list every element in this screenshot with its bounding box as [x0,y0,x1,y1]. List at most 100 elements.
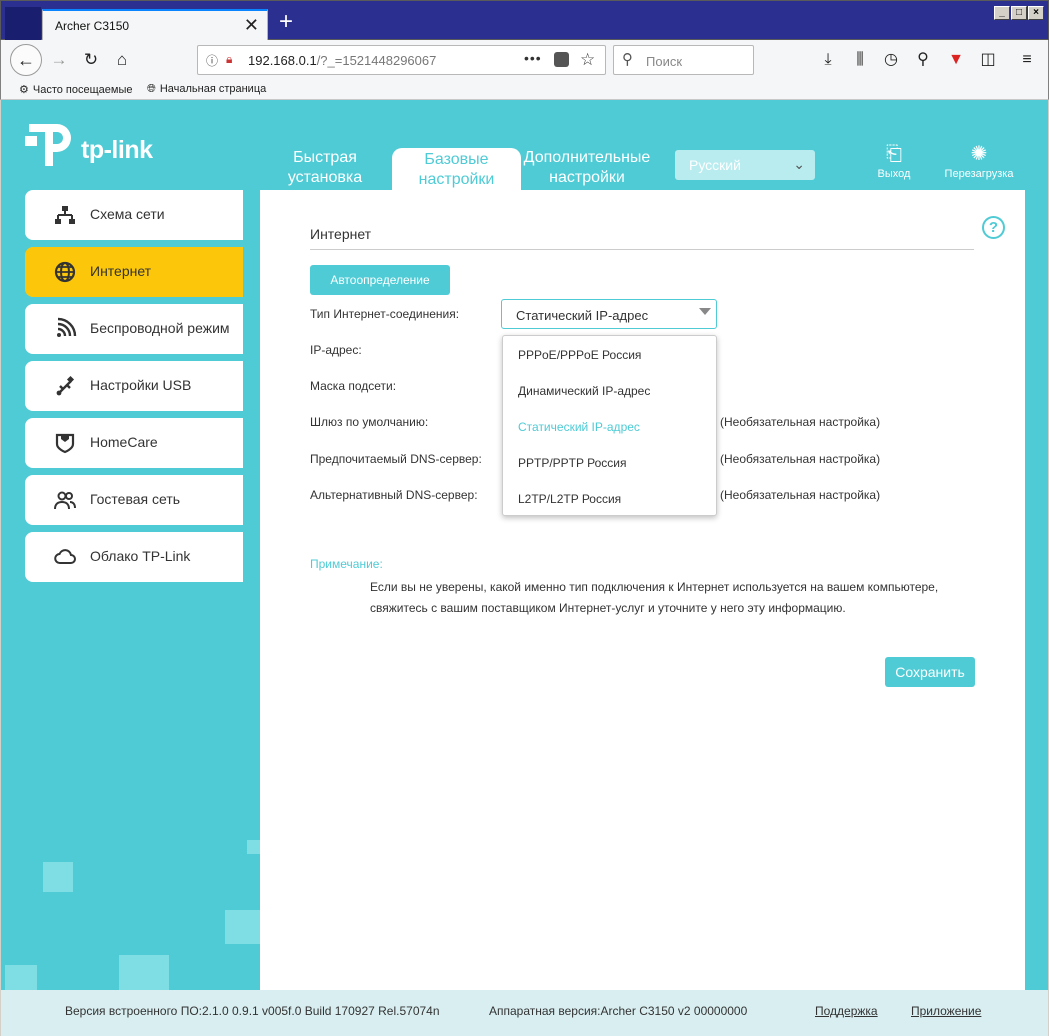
bookmark-most-visited[interactable]: ⚙ Часто посещаемые [19,83,132,96]
adblock-shield-icon[interactable]: ▼ [945,49,967,71]
tab-strip-corner [5,7,41,41]
sidebar-toggle-icon[interactable]: ◫ [977,49,999,71]
tab-quick-setup[interactable]: Быстрая установка [277,148,373,188]
maximize-button[interactable]: □ [1011,6,1027,20]
tplink-logo: tp-link [25,120,165,174]
subnet-mask-label: Маска подсети: [310,379,397,393]
network-map-icon [55,206,75,224]
tab-close-icon[interactable]: ✕ [244,15,259,35]
ip-address-label: IP-адрес: [310,343,362,357]
browser-tab-bar: Archer C3150 ✕ + _ □ × [0,0,1049,41]
forward-button[interactable]: → [46,47,72,73]
note-title: Примечание: [310,557,383,571]
connection-type-select[interactable]: Статический IP-адрес [501,299,717,329]
router-page: tp-link Быстрая установка Базовые настро… [1,100,1048,1036]
help-icon[interactable]: ? [982,216,1005,239]
site-info-icon[interactable]: ⓘ [206,52,218,69]
optional-note: (Необязательная настройка) [720,452,881,466]
pocket-icon[interactable] [554,52,569,67]
save-button[interactable]: Сохранить [885,657,975,687]
new-tab-button[interactable]: + [275,10,297,35]
connection-type-dropdown: PPPoE/PPPoE Россия Динамический IP-адрес… [502,335,717,516]
browser-tab[interactable]: Archer C3150 ✕ [42,9,268,41]
hardware-version: Аппаратная версия:Archer C3150 v2 000000… [489,1004,748,1018]
section-title: Интернет [310,226,372,242]
search-icon: ⚲ [622,51,633,68]
sidebar-item-label: Схема сети [90,206,165,222]
page-actions-icon[interactable]: ••• [524,50,542,66]
url-text[interactable]: 192.168.0.1/?_=1521448296067 [248,53,436,68]
history-icon[interactable]: ◷ [880,49,902,71]
sidebar-item-tplink-cloud[interactable]: Облако TP-Link [25,532,243,582]
sidebar-item-label: Гостевая сеть [90,491,181,507]
search-placeholder: Поиск [646,54,683,69]
back-button[interactable]: ← [10,44,42,76]
usb-icon [56,375,75,396]
search-input[interactable]: ⚲ Поиск [613,45,754,75]
tab-advanced-settings[interactable]: Дополнительные настройки [523,148,651,188]
sidebar-item-label: Интернет [90,263,152,279]
optional-note: (Необязательная настройка) [720,415,881,429]
zoom-icon[interactable]: ⚲ [912,49,934,71]
sidebar-item-usb[interactable]: Настройки USB [25,361,243,411]
gear-icon: ⚙ [19,84,29,96]
section-divider [310,249,974,250]
library-icon[interactable]: ⫼ [849,49,871,71]
tplink-logo-icon [25,124,71,166]
default-gateway-label: Шлюз по умолчанию: [310,415,429,429]
logout-button[interactable]: ⎗ Выход [865,142,923,180]
tab-basic-settings[interactable]: Базовые настройки [392,148,521,190]
option-l2tp[interactable]: L2TP/L2TP Россия [518,492,621,506]
language-select[interactable]: Русский ⌄ [675,150,815,180]
insecure-lock-icon[interactable]: 🔒︎ [226,52,232,67]
reboot-button[interactable]: ✺ Перезагрузка [941,142,1017,180]
sidebar-item-guest-network[interactable]: Гостевая сеть [25,475,243,525]
sidebar-item-homecare[interactable]: HomeCare [25,418,243,468]
decor-square [5,965,37,990]
secondary-dns-label: Альтернативный DNS-сервер: [310,488,478,502]
address-bar[interactable]: ⓘ 🔒︎ 192.168.0.1/?_=1521448296067 ••• ☆ [197,45,606,75]
home-button[interactable]: ⌂ [109,47,135,73]
language-value: Русский [689,157,741,173]
connection-type-label: Тип Интернет-соединения: [310,307,460,321]
page-footer: Версия встроенного ПО:2.1.0 0.9.1 v005f.… [1,990,1048,1036]
reboot-spinner-icon: ✺ [970,143,988,165]
minimize-button[interactable]: _ [994,6,1010,20]
guests-icon [54,491,76,510]
sidebar-item-network-map[interactable]: Схема сети [25,190,243,240]
sidebar-item-label: Облако TP-Link [90,548,191,564]
support-link[interactable]: Поддержка [815,1004,878,1018]
decor-square [247,840,261,854]
app-link[interactable]: Приложение [911,1004,981,1018]
bookmark-home-page[interactable]: 🌐︎ Начальная страница [147,83,266,96]
logout-icon: ⎗ [886,143,902,165]
firmware-version: Версия встроенного ПО:2.1.0 0.9.1 v005f.… [65,1004,440,1018]
connection-type-value: Статический IP-адрес [516,308,649,323]
option-pptp[interactable]: PPTP/PPTP Россия [518,456,627,470]
option-dynamic-ip[interactable]: Динамический IP-адрес [518,384,650,398]
tab-title: Archer C3150 [55,19,130,33]
internet-settings-panel: Интернет ? Автоопределение Тип Интернет-… [260,190,1025,990]
sidebar-item-internet[interactable]: Интернет [25,247,243,297]
menu-icon[interactable]: ≡ [1016,49,1038,71]
reload-button[interactable]: ↻ [78,47,104,73]
cloud-icon [54,549,76,564]
brand-name: tp-link [81,136,153,164]
bookmark-star-icon[interactable]: ☆ [580,50,595,70]
auto-detect-button[interactable]: Автоопределение [310,265,450,295]
primary-dns-label: Предпочитаемый DNS-сервер: [310,452,482,466]
sidebar-item-wireless[interactable]: Беспроводной режим [25,304,243,354]
sidebar-item-label: Настройки USB [90,377,192,393]
decor-square [43,862,73,892]
optional-note: (Необязательная настройка) [720,488,881,502]
downloads-icon[interactable]: ⤓ [817,49,839,71]
globe-icon: 🌐︎ [147,83,156,95]
note-text: Если вы не уверены, какой именно тип под… [370,580,939,615]
wireless-icon [57,317,77,337]
option-static-ip[interactable]: Статический IP-адрес [518,420,640,434]
option-pppoe[interactable]: PPPoE/PPPoE Россия [518,348,641,362]
close-window-button[interactable]: × [1028,6,1044,20]
sidebar-item-label: Беспроводной режим [90,320,230,336]
sidebar-item-label: HomeCare [90,434,158,450]
shield-icon [55,433,75,454]
